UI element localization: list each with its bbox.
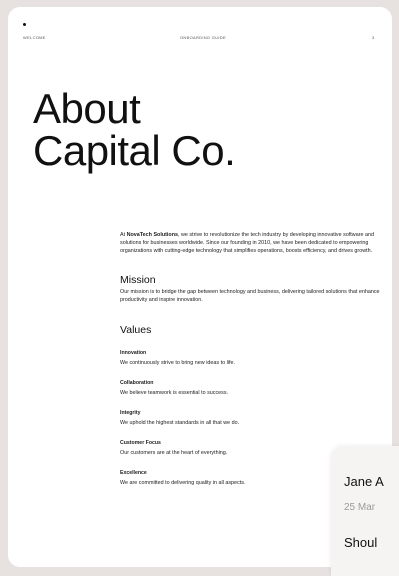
comment-text: Shoul (344, 535, 378, 550)
values-heading: Values (120, 324, 152, 337)
company-name: NovaTech Solutions (126, 232, 179, 238)
value-name: Innovation (120, 350, 147, 357)
title-line-2: Capital Co. (33, 127, 236, 174)
comment-date: 25 Mar (344, 502, 376, 513)
value-description: We continuously strive to bring new idea… (120, 360, 235, 367)
comment-author: Jane A (344, 474, 384, 489)
mission-text: Our mission is to bridge the gap between… (120, 288, 380, 303)
value-description: We uphold the highest standards in all t… (120, 420, 240, 427)
header-guide-label: ONBOARDING GUIDE (180, 35, 226, 40)
page-title: About Capital Co. (33, 85, 236, 174)
title-line-1: About (33, 85, 141, 132)
value-name: Collaboration (120, 380, 154, 387)
intro-prefix: At (120, 232, 127, 238)
mission-heading: Mission (120, 273, 156, 286)
value-item: Integrity We uphold the highest standard… (120, 410, 382, 426)
document-viewer: WELCOME ONBOARDING GUIDE 3 About Capital… (0, 0, 399, 576)
bullet-dot (23, 23, 26, 26)
comment-card[interactable]: Jane A 25 Mar Shoul (331, 446, 399, 576)
intro-paragraph: At NovaTech Solutions, we strive to revo… (120, 231, 382, 256)
header-page-number: 3 (372, 35, 375, 40)
header-section-label: WELCOME (23, 35, 46, 40)
value-description: We believe teamwork is essential to succ… (120, 390, 229, 397)
value-item: Innovation We continuously strive to bri… (120, 350, 382, 366)
value-item: Collaboration We believe teamwork is ess… (120, 380, 382, 396)
value-name: Integrity (120, 410, 141, 417)
